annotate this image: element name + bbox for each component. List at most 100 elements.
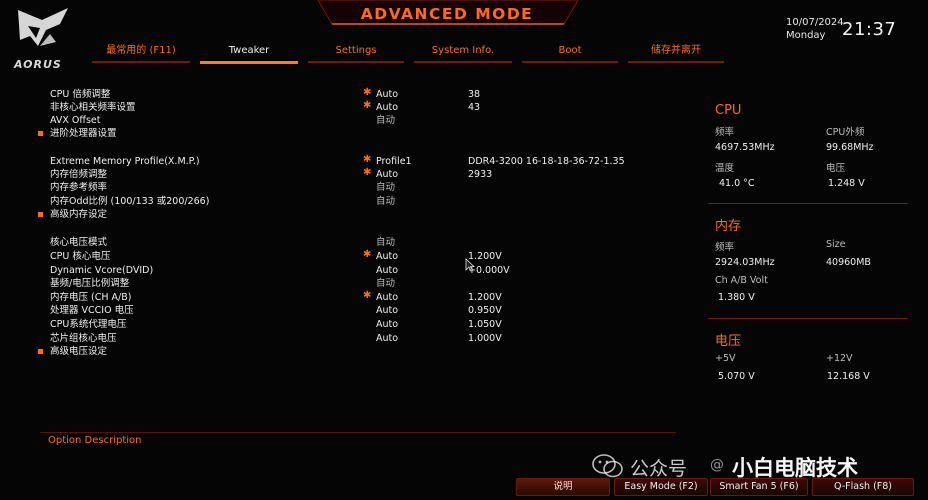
setting-mode[interactable]: 自动 [376,277,395,290]
setting-mode[interactable]: 自动 [376,195,395,208]
submenu-row[interactable]: 高级内存设定 [0,208,660,221]
setting-value: 38 [468,89,481,100]
mem-volt-label: Ch A/B Volt [715,275,768,286]
cpu-bclk-value: 99.68MHz [826,142,874,153]
setting-mode[interactable]: Auto [376,264,398,277]
submenu-row[interactable]: 进阶处理器设置 [0,127,660,140]
submenu-bullet-icon [38,131,43,136]
modified-star-icon: ✱ [363,100,372,111]
setting-row[interactable]: Dynamic Vcore(DVID) Auto +0.000V [0,264,660,277]
setting-mode[interactable]: 自动 [376,236,395,249]
tab-boot[interactable]: Boot [522,41,618,63]
setting-mode[interactable]: Auto [376,318,398,331]
setting-row[interactable]: AVX Offset 自动 [0,114,660,127]
modified-star-icon: ✱ [363,290,372,301]
submenu-label: 高级内存设定 [50,209,108,220]
memory-section-title: 内存 [715,219,742,234]
setting-row[interactable]: 内存参考频率 自动 [0,181,660,194]
date-display: 10/07/2024 [786,17,844,28]
setting-mode[interactable]: Auto [376,291,398,304]
qflash-button[interactable]: Q-Flash (F8) [812,478,914,496]
setting-mode[interactable]: Auto [376,101,398,114]
description-divider [40,432,676,433]
tab-save-exit[interactable]: 储存并离开 [628,41,724,63]
page-title: ADVANCED MODE [360,5,534,23]
help-button[interactable]: 说明 [516,478,610,496]
easy-mode-button[interactable]: Easy Mode (F2) [614,478,708,496]
setting-value: 2933 [468,169,493,180]
setting-label: CPU 倍频调整 [50,89,111,100]
setting-mode[interactable]: 自动 [376,114,395,127]
cpu-volt-label: 电压 [826,163,846,174]
setting-mode[interactable]: Auto [376,250,398,263]
submenu-bullet-icon [38,212,43,217]
option-description-title: Option Description [48,435,142,446]
setting-mode[interactable]: Auto [376,88,398,101]
submenu-row[interactable]: 高级电压设定 [0,345,660,358]
setting-value: 1.000V [468,333,502,344]
setting-label: 芯片组核心电压 [50,333,117,344]
setting-row[interactable]: 内存倍频调整 ✱ Auto 2933 [0,167,660,181]
hardware-monitor: CPU 频率 CPU外频 4697.53MHz 99.68MHz 温度 电压 4… [700,90,910,400]
mouse-cursor-icon [465,258,475,272]
mem-freq-label: 频率 [715,242,735,253]
setting-label: 基频/电压比例调整 [50,278,130,289]
setting-row[interactable]: CPU 倍频调整 ✱ Auto 38 [0,87,660,101]
submenu-label: 高级电压设定 [50,346,108,357]
setting-row[interactable]: 芯片组核心电压 Auto 1.000V [0,332,660,345]
setting-value: 1.200V [468,292,502,303]
setting-label: 内存参考频率 [50,182,108,193]
cpu-volt-value: 1.248 V [828,178,865,189]
tab-favorites[interactable]: 最常用的 (F11) [92,41,190,63]
setting-row[interactable]: 内存电压 (CH A/B) ✱ Auto 1.200V [0,290,660,304]
clock-display: 21:37 [842,19,897,40]
submenu-label: 进阶处理器设置 [50,128,117,139]
smart-fan-button[interactable]: Smart Fan 5 (F6) [710,478,808,496]
cpu-freq-value: 4697.53MHz [715,142,775,153]
tab-system-info[interactable]: System Info. [414,41,512,63]
main-tabs: 最常用的 (F11) Tweaker Settings System Info.… [92,41,732,65]
tab-settings[interactable]: Settings [308,41,404,63]
mem-size-value: 40960MB [826,257,871,268]
modified-star-icon: ✱ [363,167,372,178]
voltage-section-title: 电压 [715,334,742,349]
cpu-temp-label: 温度 [715,163,735,174]
setting-row[interactable]: Extreme Memory Profile(X.M.P.) ✱ Profile… [0,154,660,168]
setting-row[interactable]: 非核心相关频率设置 ✱ Auto 43 [0,100,660,114]
mem-size-label: Size [826,239,846,250]
function-key-bar: 说明 Easy Mode (F2) Smart Fan 5 (F6) Q-Fla… [0,476,928,500]
modified-star-icon: ✱ [363,154,372,165]
setting-mode[interactable]: Profile1 [376,155,412,168]
cpu-temp-value: 41.0 °C [719,178,755,189]
setting-mode[interactable]: Auto [376,304,398,317]
mem-volt-value: 1.380 V [718,292,755,303]
setting-label: 非核心相关频率设置 [50,102,136,113]
setting-label: 核心电压模式 [50,237,108,248]
panel-divider [708,318,908,319]
setting-row[interactable]: 内存Odd比例 (100/133 或200/266) 自动 [0,195,660,208]
setting-value: 43 [468,102,481,113]
modified-star-icon: ✱ [363,249,372,260]
setting-row[interactable]: 处理器 VCCIO 电压 Auto 0.950V [0,304,660,317]
setting-label: Extreme Memory Profile(X.M.P.) [50,156,200,167]
setting-row[interactable]: CPU 核心电压 ✱ Auto 1.200V [0,249,660,263]
setting-row[interactable]: 核心电压模式 自动 [0,236,660,249]
setting-mode[interactable]: Auto [376,168,398,181]
setting-row[interactable]: CPU系统代理电压 Auto 1.050V [0,318,660,331]
setting-label: 内存倍频调整 [50,169,108,180]
setting-mode[interactable]: 自动 [376,181,395,194]
setting-label: Dynamic Vcore(DVID) [50,265,154,276]
setting-label: AVX Offset [50,115,101,126]
setting-mode[interactable]: Auto [376,332,398,345]
setting-label: 处理器 VCCIO 电压 [50,305,134,316]
setting-row[interactable]: 基频/电压比例调整 自动 [0,277,660,290]
volt-5v-value: 5.070 V [718,371,755,382]
volt-12v-label: +12V [826,353,853,364]
tab-tweaker[interactable]: Tweaker [200,41,298,64]
setting-label: CPU系统代理电压 [50,319,127,330]
cpu-freq-label: 频率 [715,127,735,138]
modified-star-icon: ✱ [363,87,372,98]
setting-label: CPU 核心电压 [50,251,111,262]
setting-label: 内存电压 (CH A/B) [50,292,132,303]
cpu-bclk-label: CPU外频 [826,127,865,138]
